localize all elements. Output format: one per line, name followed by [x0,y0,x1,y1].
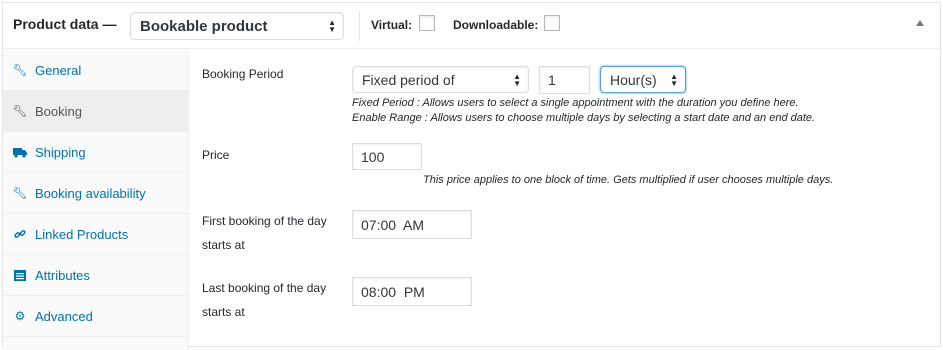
truck-icon [13,147,27,158]
booking-period-unit-select[interactable]: Hour(s) ▲ ▼ [600,66,686,93]
tab-general-label: General [35,62,82,78]
price-input[interactable]: 100 [352,143,422,170]
first-booking-label-2: starts at [202,238,245,252]
wrench-icon: 🔧︎ [12,104,28,118]
booking-period-type-value: Fixed period of [362,71,455,88]
booking-period-type-select[interactable]: Fixed period of ▲ ▼ [352,66,529,93]
tab-attributes-label: Attributes [35,267,90,283]
list-icon [13,269,27,281]
select-arrows-icon: ▲ ▼ [328,18,336,34]
tab-advanced[interactable]: ⚙︎ Advanced [3,296,189,337]
tab-booking[interactable]: 🔧︎ Booking [3,91,189,132]
first-booking-time-input[interactable]: 07:00 AM [352,210,472,239]
collapse-toggle-icon[interactable] [916,20,924,26]
period-note-fixed: Fixed Period : Allows users to select a … [352,97,799,109]
wrench-icon: 🔧︎ [12,63,28,77]
tab-booking-availability[interactable]: 🔧︎ Booking availability [3,173,189,214]
price-value: 100 [361,148,385,165]
price-note: This price applies to one block of time.… [423,174,834,186]
booking-panel: Booking Period Fixed period of ▲ ▼ 1 Hour… [190,50,940,350]
price-label: Price [202,148,230,162]
tab-linked-products[interactable]: Linked Products [3,214,189,255]
last-booking-time-input[interactable]: 08:00 PM [352,277,472,306]
tab-linked-products-label: Linked Products [35,226,129,242]
last-booking-time: 08:00 PM [361,283,425,300]
booking-period-value: 1 [548,72,556,88]
tab-shipping[interactable]: Shipping [3,132,189,173]
tab-advanced-label: Advanced [35,308,93,324]
product-data-header: Product data — Bookable product ▲ ▼ Virtu… [3,3,940,49]
last-booking-label: Last booking of the day [202,281,327,295]
product-type-select[interactable]: Bookable product ▲ ▼ [130,12,344,40]
panel-title: Product data — [13,16,117,32]
tab-attributes[interactable]: Attributes [3,255,189,296]
product-data-panel: Product data — Bookable product ▲ ▼ Virtu… [2,2,941,350]
downloadable-checkbox[interactable] [544,15,560,31]
first-booking-label: First booking of the day [202,214,327,228]
virtual-label: Virtual: [371,18,413,32]
tab-booking-availability-label: Booking availability [35,185,146,201]
tab-general[interactable]: 🔧︎ General [3,50,189,91]
link-icon [13,228,27,240]
wrench-icon: 🔧︎ [12,186,28,200]
select-arrows-icon: ▲ ▼ [670,71,678,88]
product-data-tabs: 🔧︎ General 🔧︎ Booking Shipping 🔧︎ Bookin… [3,50,189,350]
tab-booking-label: Booking [35,103,82,119]
header-divider [359,11,360,41]
gear-icon: ⚙︎ [14,309,26,323]
last-booking-label-2: starts at [202,305,245,319]
booking-period-value-input[interactable]: 1 [539,66,590,94]
first-booking-time: 07:00 AM [361,216,425,233]
period-note-range: Enable Range : Allows users to choose mu… [352,112,816,124]
downloadable-label: Downloadable: [453,18,539,32]
booking-period-label: Booking Period [202,67,284,81]
select-arrows-icon: ▲ ▼ [513,71,521,88]
product-type-value: Bookable product [140,17,268,35]
booking-period-unit-value: Hour(s) [610,71,657,88]
virtual-checkbox[interactable] [419,15,435,31]
tab-shipping-label: Shipping [35,144,86,160]
